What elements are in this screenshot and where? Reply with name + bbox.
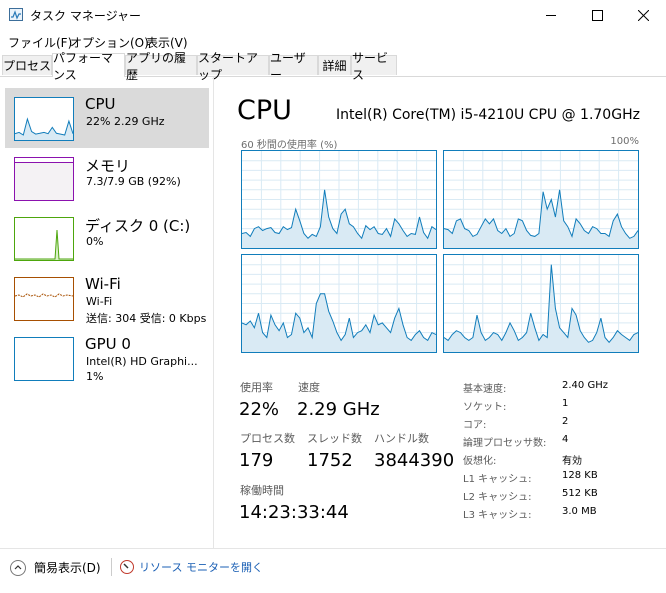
gpu-thumbnail-graph bbox=[14, 337, 74, 381]
sidebar-item-usage: 1% bbox=[86, 370, 104, 383]
minimize-button[interactable] bbox=[528, 0, 574, 31]
tab-details[interactable]: 詳細 bbox=[318, 55, 351, 75]
uptime-value: 14:23:33:44 bbox=[239, 502, 349, 523]
sidebar-item-disk[interactable]: ディスク 0 (C:) 0% bbox=[5, 208, 209, 268]
threads-label: スレッド数 bbox=[307, 432, 362, 445]
open-resource-monitor-link[interactable]: リソース モニターを開く bbox=[120, 559, 263, 575]
sidebar-item-label: ディスク 0 (C:) bbox=[85, 217, 191, 235]
sidebar-item-detail: 0% bbox=[86, 235, 104, 248]
spec-label: L2 キャッシュ: bbox=[463, 492, 532, 503]
page-title: CPU bbox=[237, 95, 292, 126]
sidebar-item-detail: 22% 2.29 GHz bbox=[86, 115, 165, 128]
usage-value: 22% bbox=[239, 399, 280, 420]
sidebar-item-wifi[interactable]: Wi-Fi Wi-Fi 送信: 304 受信: 0 Kbps bbox=[5, 268, 209, 328]
sidebar-item-cpu[interactable]: CPU 22% 2.29 GHz bbox=[5, 88, 209, 148]
wifi-thumbnail-graph bbox=[14, 277, 74, 321]
minimize-icon bbox=[546, 15, 556, 16]
speed-value: 2.29 GHz bbox=[297, 399, 380, 420]
spec-label: 基本速度: bbox=[463, 384, 507, 395]
window-title: タスク マネージャー bbox=[30, 9, 141, 23]
close-button[interactable] bbox=[620, 0, 666, 31]
spec-value: 128 KB bbox=[562, 470, 598, 481]
handles-value: 3844390 bbox=[374, 450, 455, 471]
spec-value: 4 bbox=[562, 434, 569, 445]
cpu-model-name: Intel(R) Core(TM) i5-4210U CPU @ 1.70GHz bbox=[336, 107, 640, 123]
sidebar-item-detail: Intel(R) HD Graphi... bbox=[86, 355, 198, 368]
sidebar-item-memory[interactable]: メモリ 7.3/7.9 GB (92%) bbox=[5, 148, 209, 208]
spec-value: 有効 bbox=[562, 456, 582, 467]
tab-bar: プロセス パフォーマンス アプリの履歴 スタートアップ ユーザー 詳細 サービス bbox=[0, 51, 666, 82]
cpu-detail-panel: CPU Intel(R) Core(TM) i5-4210U CPU @ 1.7… bbox=[215, 77, 666, 548]
spec-value: 2 bbox=[562, 416, 569, 427]
spec-label: L1 キャッシュ: bbox=[463, 474, 532, 485]
fewer-details-label: 簡易表示(D) bbox=[34, 561, 101, 575]
cpu-thumbnail-graph bbox=[14, 97, 74, 141]
memory-thumbnail-graph bbox=[14, 157, 74, 201]
graph-caption: 60 秒間の使用率 (%) bbox=[241, 140, 338, 151]
core-graph-0 bbox=[241, 150, 437, 249]
resource-monitor-label: リソース モニターを開く bbox=[139, 561, 263, 574]
graph-max-label: 100% bbox=[610, 136, 639, 147]
resource-monitor-icon bbox=[120, 560, 134, 574]
usage-line bbox=[15, 117, 73, 136]
core-graph-2 bbox=[241, 254, 437, 353]
speed-label: 速度 bbox=[298, 381, 320, 394]
close-icon bbox=[637, 10, 649, 21]
sidebar-item-detail: Wi-Fi bbox=[86, 295, 113, 308]
threads-value: 1752 bbox=[307, 450, 353, 471]
spec-value: 512 KB bbox=[562, 488, 598, 499]
processes-value: 179 bbox=[239, 450, 274, 471]
tab-users[interactable]: ユーザー bbox=[269, 51, 318, 82]
spec-value: 1 bbox=[562, 398, 569, 409]
tab-processes[interactable]: プロセス bbox=[2, 55, 52, 75]
tab-services[interactable]: サービス bbox=[351, 51, 397, 82]
sidebar-item-throughput: 送信: 304 受信: 0 Kbps bbox=[86, 312, 207, 325]
maximize-button[interactable] bbox=[574, 0, 620, 31]
maximize-icon bbox=[591, 10, 603, 21]
tab-startup[interactable]: スタートアップ bbox=[197, 51, 269, 82]
spec-value: 3.0 MB bbox=[562, 506, 597, 517]
usage-label: 使用率 bbox=[240, 381, 273, 394]
sidebar-item-detail: 7.3/7.9 GB (92%) bbox=[86, 175, 181, 188]
footer-divider bbox=[111, 558, 112, 576]
sidebar-item-label: GPU 0 bbox=[85, 335, 131, 353]
spec-value: 2.40 GHz bbox=[562, 380, 608, 391]
spec-label: コア: bbox=[463, 420, 487, 431]
processes-label: プロセス数 bbox=[240, 432, 295, 445]
core-graph-1 bbox=[443, 150, 639, 249]
resource-sidebar: CPU 22% 2.29 GHz メモリ 7.3/7.9 GB (92%) ディ… bbox=[0, 77, 214, 548]
core-graph-3 bbox=[443, 254, 639, 353]
disk-thumbnail-graph bbox=[14, 217, 74, 261]
sidebar-item-label: CPU bbox=[85, 95, 116, 113]
spec-label: L3 キャッシュ: bbox=[463, 510, 532, 521]
sidebar-item-label: Wi-Fi bbox=[85, 275, 121, 293]
tab-performance[interactable]: パフォーマンス bbox=[52, 51, 125, 82]
spec-label: 仮想化: bbox=[463, 456, 497, 467]
sidebar-item-gpu[interactable]: GPU 0 Intel(R) HD Graphi... 1% bbox=[5, 328, 209, 388]
handles-label: ハンドル数 bbox=[374, 432, 429, 445]
spec-label: ソケット: bbox=[463, 402, 507, 413]
sidebar-item-label: メモリ bbox=[85, 157, 131, 175]
title-bar: タスク マネージャー bbox=[0, 0, 666, 31]
uptime-label: 稼働時間 bbox=[240, 484, 284, 497]
chevron-up-icon bbox=[10, 559, 26, 576]
tab-app-history[interactable]: アプリの履歴 bbox=[125, 51, 197, 82]
task-manager-app-icon bbox=[9, 8, 23, 21]
footer-bar: 簡易表示(D) リソース モニターを開く bbox=[0, 548, 666, 593]
fewer-details-button[interactable]: 簡易表示(D) bbox=[10, 559, 101, 576]
spec-label: 論理プロセッサ数: bbox=[463, 438, 547, 449]
usage-area bbox=[15, 119, 73, 140]
